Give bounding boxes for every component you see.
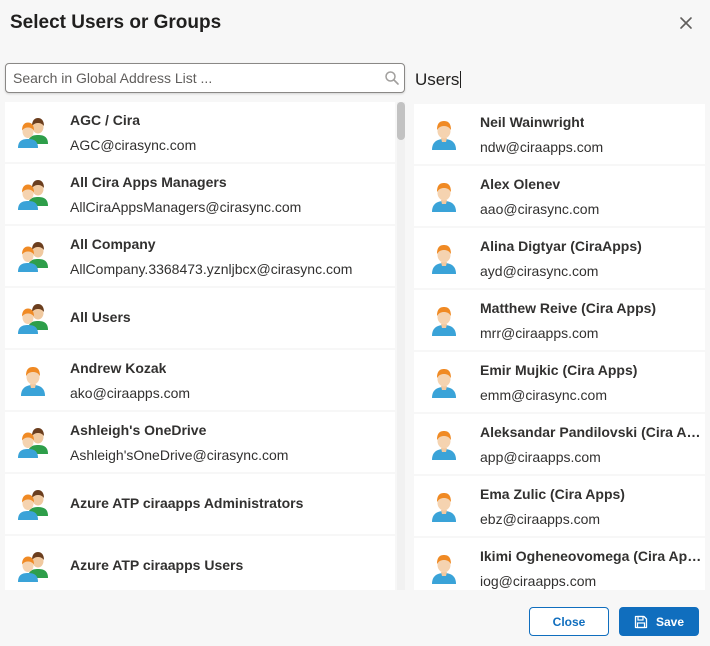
- list-item-name: Matthew Reive (Cira Apps): [480, 300, 657, 316]
- directory-scrollbar[interactable]: [397, 102, 405, 590]
- selected-users-list[interactable]: Neil Wainwright ndw@ciraapps.com Alex Olen…: [414, 104, 705, 590]
- save-icon: [634, 615, 648, 629]
- list-item[interactable]: Andrew Kozak ako@ciraapps.com: [5, 350, 395, 410]
- list-item[interactable]: Alina Digtyar (CiraApps) ayd@cirasync.com: [414, 228, 705, 288]
- list-item[interactable]: Aleksandar Pandilovski (Cira Apps) app@ci…: [414, 414, 705, 474]
- list-item[interactable]: Neil Wainwright ndw@ciraapps.com: [414, 104, 705, 164]
- list-item-email: ayd@cirasync.com: [480, 263, 599, 279]
- list-item-email: aao@cirasync.com: [480, 201, 600, 217]
- close-icon[interactable]: [676, 13, 696, 33]
- save-button-label: Save: [655, 614, 685, 629]
- search-icon[interactable]: [384, 70, 400, 86]
- list-item-email: iog@ciraapps.com: [480, 573, 597, 589]
- list-item[interactable]: Emir Mujkic (Cira Apps) emm@cirasync.com: [414, 352, 705, 412]
- list-item-email: AllCompany.3368473.yznljbcx@cirasync.com: [70, 261, 353, 277]
- close-button-label: Close: [552, 614, 586, 629]
- list-item-email: Ashleigh'sOneDrive@cirasync.com: [70, 447, 289, 463]
- users-panel-heading[interactable]: Users: [415, 70, 462, 90]
- list-item-email: AllCiraAppsManagers@cirasync.com: [70, 199, 302, 215]
- list-item-name: Aleksandar Pandilovski (Cira Apps): [480, 424, 704, 440]
- user-avatar-icon: [426, 550, 462, 586]
- user-avatar-icon: [426, 426, 462, 462]
- list-item-email: ebz@ciraapps.com: [480, 511, 601, 527]
- user-avatar-icon: [426, 364, 462, 400]
- list-item-name: All Users: [70, 309, 131, 325]
- select-users-dialog: Select Users or Groups Users AGC / CiraA…: [0, 0, 710, 646]
- list-item[interactable]: Azure ATP ciraapps Administrators: [5, 474, 395, 534]
- save-button[interactable]: Save: [619, 607, 699, 636]
- group-avatar-icon: [15, 176, 51, 212]
- list-item-email: mrr@ciraapps.com: [480, 325, 599, 341]
- list-item[interactable]: All Company AllCompany.3368473.yznljbcx@c…: [5, 226, 395, 286]
- user-avatar-icon: [426, 116, 462, 152]
- search-input[interactable]: [13, 69, 373, 87]
- directory-list[interactable]: AGC / Cira AGC@cirasync.com All Cira Apps …: [5, 102, 395, 590]
- list-item-name: AGC / Cira: [70, 112, 141, 128]
- group-avatar-icon: [15, 114, 51, 150]
- dialog-title: Select Users or Groups: [10, 12, 222, 33]
- close-button[interactable]: Close: [529, 607, 609, 636]
- list-item[interactable]: Ema Zulic (Cira Apps) ebz@ciraapps.com: [414, 476, 705, 536]
- list-item-name: Azure ATP ciraapps Users: [70, 557, 244, 573]
- list-item[interactable]: Alex Olenev aao@cirasync.com: [414, 166, 705, 226]
- list-item-email: ndw@ciraapps.com: [480, 139, 604, 155]
- list-item-name: Ashleigh's OneDrive: [70, 422, 207, 438]
- group-avatar-icon: [15, 238, 51, 274]
- list-item-name: Alex Olenev: [480, 176, 561, 192]
- list-item-name: Ema Zulic (Cira Apps): [480, 486, 625, 502]
- list-item-email: emm@cirasync.com: [480, 387, 608, 403]
- directory-scrollbar-thumb[interactable]: [397, 102, 405, 140]
- user-avatar-icon: [15, 362, 51, 398]
- list-item-name: Andrew Kozak: [70, 360, 167, 376]
- user-avatar-icon: [426, 240, 462, 276]
- list-item[interactable]: Ashleigh's OneDrive Ashleigh'sOneDrive@ci…: [5, 412, 395, 472]
- group-avatar-icon: [15, 300, 51, 336]
- user-avatar-icon: [426, 302, 462, 338]
- group-avatar-icon: [15, 548, 51, 584]
- list-item-name: Neil Wainwright: [480, 114, 585, 130]
- list-item-email: AGC@cirasync.com: [70, 137, 197, 153]
- list-item-name: All Cira Apps Managers: [70, 174, 227, 190]
- list-item[interactable]: AGC / Cira AGC@cirasync.com: [5, 102, 395, 162]
- user-avatar-icon: [426, 178, 462, 214]
- list-item-name: Ikimi Ogheneovomega (Cira Apps): [480, 548, 704, 564]
- list-item-name: All Company: [70, 236, 156, 252]
- list-item-name: Azure ATP ciraapps Administrators: [70, 495, 304, 511]
- list-item[interactable]: Matthew Reive (Cira Apps) mrr@ciraapps.co…: [414, 290, 705, 350]
- user-avatar-icon: [426, 488, 462, 524]
- list-item-email: app@ciraapps.com: [480, 449, 601, 465]
- list-item[interactable]: Ikimi Ogheneovomega (Cira Apps) iog@ciraa…: [414, 538, 705, 590]
- list-item[interactable]: All Users: [5, 288, 395, 348]
- list-item[interactable]: Azure ATP ciraapps Users: [5, 536, 395, 590]
- list-item-name: Alina Digtyar (CiraApps): [480, 238, 642, 254]
- list-item-email: ako@ciraapps.com: [70, 385, 191, 401]
- list-item[interactable]: All Cira Apps Managers AllCiraAppsManager…: [5, 164, 395, 224]
- list-item-name: Emir Mujkic (Cira Apps): [480, 362, 638, 378]
- text-caret: [460, 71, 462, 88]
- group-avatar-icon: [15, 486, 51, 522]
- search-box[interactable]: [5, 63, 405, 93]
- group-avatar-icon: [15, 424, 51, 460]
